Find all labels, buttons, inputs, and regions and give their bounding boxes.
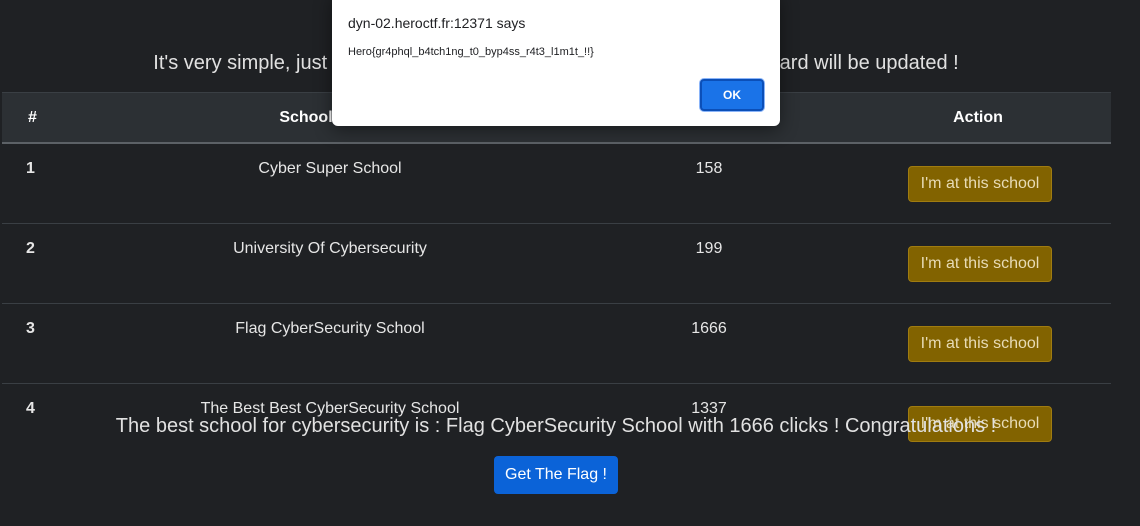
row-number: 3 bbox=[2, 303, 87, 384]
school-vote-button-1[interactable]: I'm at this school bbox=[907, 165, 1053, 202]
result-text: The best school for cybersecurity is : F… bbox=[115, 415, 997, 437]
dialog-message: Hero{gr4phql_b4tch1ng_t0_byp4ss_r4t3_l1m… bbox=[348, 46, 594, 58]
leaderboard-table: # School Name Clicks Action 1 Cyber Supe… bbox=[2, 92, 1111, 463]
row-number: 2 bbox=[2, 223, 87, 304]
table-row: 3 Flag CyberSecurity School 1666 I'm at … bbox=[2, 303, 1111, 384]
page: It's very simple, just click on the butt… bbox=[0, 0, 1140, 526]
table-row: 2 University Of Cybersecurity 199 I'm at… bbox=[2, 223, 1111, 304]
dialog-origin: dyn-02.heroctf.fr:12371 says bbox=[348, 15, 526, 31]
row-clicks: 199 bbox=[573, 223, 845, 304]
header-action: Action bbox=[953, 108, 1003, 126]
row-clicks: 158 bbox=[573, 143, 845, 224]
table-row: 1 Cyber Super School 158 I'm at this sch… bbox=[2, 143, 1111, 224]
school-vote-button-2[interactable]: I'm at this school bbox=[907, 245, 1053, 282]
get-flag-button[interactable]: Get The Flag ! bbox=[494, 456, 618, 494]
dialog-ok-button[interactable]: OK bbox=[700, 79, 764, 111]
row-school-name: Flag CyberSecurity School bbox=[87, 303, 573, 384]
school-vote-button-3[interactable]: I'm at this school bbox=[907, 325, 1053, 362]
row-school-name: Cyber Super School bbox=[87, 143, 573, 224]
row-clicks: 1666 bbox=[573, 303, 845, 384]
row-school-name: University Of Cybersecurity bbox=[87, 223, 573, 304]
row-number: 1 bbox=[2, 143, 87, 224]
alert-dialog: dyn-02.heroctf.fr:12371 says Hero{gr4phq… bbox=[332, 0, 780, 126]
header-number: # bbox=[28, 108, 37, 126]
